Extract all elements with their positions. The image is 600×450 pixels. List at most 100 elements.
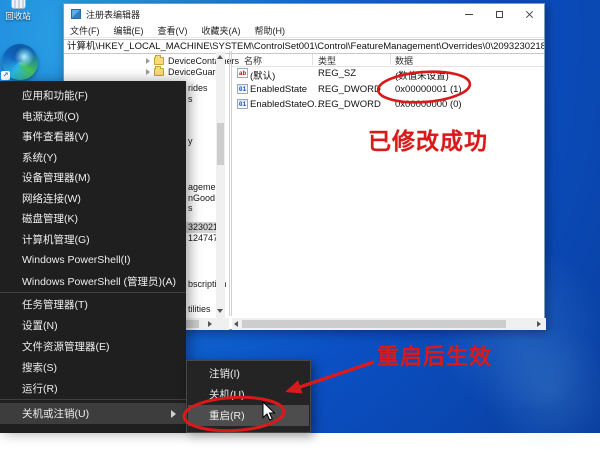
tree-item-label: DeviceGuard <box>168 67 221 77</box>
tree-scrollbar-thumb[interactable] <box>217 123 224 165</box>
title-bar[interactable]: 注册表编辑器 <box>64 4 544 24</box>
menu-separator <box>0 292 186 293</box>
desktop: 回收站 ↗ 注册表编辑器 文件(F) 编辑(E) 查看(V) 收藏夹(A) 帮助… <box>0 0 600 433</box>
scroll-right-icon[interactable] <box>208 321 212 327</box>
menu-item-network-connections[interactable]: 网络连接(W) <box>0 188 186 209</box>
annotation-restart-effect: 重启后生效 <box>377 339 492 371</box>
tree-item-deviceguard[interactable]: DeviceGuard <box>146 66 221 77</box>
dword-value-icon: 01 <box>237 84 248 94</box>
menu-item-label: Windows PowerShell (管理员)(A) <box>22 274 176 289</box>
recycle-bin-shortcut[interactable]: 回收站 <box>2 0 34 22</box>
close-icon <box>525 10 534 19</box>
tree-fragment[interactable]: s <box>188 94 193 105</box>
menu-separator <box>0 399 186 400</box>
close-button[interactable] <box>514 4 544 24</box>
folder-icon <box>154 57 164 65</box>
menu-file[interactable]: 文件(F) <box>70 24 100 37</box>
annotation-modified-success: 已修改成功 <box>368 122 488 156</box>
menu-item-shutdown-or-signout[interactable]: 关机或注销(U) <box>0 403 186 424</box>
table-row-enabledstate[interactable]: 01 EnabledState REG_DWORD 0x00000001 (1) <box>232 82 546 97</box>
scroll-up-icon[interactable] <box>217 55 223 59</box>
tree-scrollbar[interactable] <box>216 52 225 318</box>
recycle-bin-label: 回收站 <box>2 10 34 22</box>
menu-item-label: 事件查看器(V) <box>22 129 89 144</box>
menu-item-label: 计算机管理(G) <box>22 232 90 247</box>
minimize-button[interactable] <box>454 4 484 24</box>
submenu-item-label: 重启(R) <box>209 408 245 423</box>
value-type: REG_DWORD <box>318 99 381 110</box>
minimize-icon <box>465 14 473 15</box>
menu-edit[interactable]: 编辑(E) <box>114 24 144 37</box>
menu-item-apps-and-features[interactable]: 应用和功能(F) <box>0 85 186 106</box>
table-row-default[interactable]: ab (默认) REG_SZ (数值未设置) <box>232 66 546 81</box>
chevron-right-icon <box>146 58 150 64</box>
menu-item-label: 应用和功能(F) <box>22 88 88 103</box>
menu-item-file-explorer[interactable]: 文件资源管理器(E) <box>0 336 186 357</box>
value-data: 0x00000000 (0) <box>395 99 462 110</box>
menu-item-event-viewer[interactable]: 事件查看器(V) <box>0 126 186 147</box>
menu-item-label: 磁盘管理(K) <box>22 211 78 226</box>
folder-icon <box>154 68 164 76</box>
chevron-right-icon <box>146 69 150 75</box>
scrollbar-corner <box>216 318 229 330</box>
menu-item-device-manager[interactable]: 设备管理器(M) <box>0 167 186 188</box>
menu-item-settings[interactable]: 设置(N) <box>0 315 186 336</box>
tree-fragment[interactable]: rides <box>188 83 208 94</box>
submenu-item-shut-down[interactable]: 关机(U) <box>188 384 309 405</box>
value-name: (默认) <box>250 68 275 82</box>
menu-item-system[interactable]: 系统(Y) <box>0 147 186 168</box>
menu-item-powershell[interactable]: Windows PowerShell(I) <box>0 250 186 271</box>
menu-item-label: 设置(N) <box>22 318 58 333</box>
menu-help[interactable]: 帮助(H) <box>255 24 286 37</box>
menu-item-powershell-admin[interactable]: Windows PowerShell (管理员)(A) <box>0 271 186 292</box>
table-row-enabledstateoptions[interactable]: 01 EnabledStateO... REG_DWORD 0x00000000… <box>232 97 546 112</box>
tree-fragment[interactable]: 124747 <box>188 233 218 244</box>
scroll-left-icon[interactable] <box>234 321 238 327</box>
menu-item-disk-management[interactable]: 磁盘管理(K) <box>0 208 186 229</box>
menu-item-search[interactable]: 搜索(S) <box>0 357 186 378</box>
submenu-chevron-icon <box>171 410 176 418</box>
menu-item-label: 运行(R) <box>22 381 58 396</box>
scroll-down-icon[interactable] <box>217 309 223 313</box>
list-header: 名称 类型 数据 <box>232 52 544 67</box>
menu-item-label: 电源选项(O) <box>22 109 79 124</box>
menu-item-run[interactable]: 运行(R) <box>0 378 186 399</box>
menu-item-computer-management[interactable]: 计算机管理(G) <box>0 229 186 250</box>
desktop-watermark <box>480 330 600 450</box>
menu-item-label: 任务管理器(T) <box>22 297 88 312</box>
tree-fragment[interactable]: s <box>188 203 193 214</box>
submenu-item-restart[interactable]: 重启(R) <box>188 405 309 426</box>
scroll-right-icon[interactable] <box>537 321 541 327</box>
shutdown-submenu: 注销(I) 关机(U) 重启(R) <box>186 360 311 433</box>
string-value-icon: ab <box>237 68 248 78</box>
menu-view[interactable]: 查看(V) <box>158 24 188 37</box>
registry-icon <box>71 9 81 19</box>
value-type: REG_DWORD <box>318 84 381 95</box>
list-hscrollbar-thumb[interactable] <box>242 320 506 328</box>
menu-item-label: 系统(Y) <box>22 150 57 165</box>
tree-fragment[interactable]: y <box>188 136 193 147</box>
shortcut-arrow-icon: ↗ <box>1 71 10 80</box>
menu-item-power-options[interactable]: 电源选项(O) <box>0 106 186 127</box>
window-title: 注册表编辑器 <box>86 8 140 21</box>
menu-item-label: 文件资源管理器(E) <box>22 339 110 354</box>
submenu-item-sign-out[interactable]: 注销(I) <box>188 363 309 384</box>
tree-item-devicecontainers[interactable]: DeviceContainers <box>146 55 239 66</box>
tree-fragment[interactable]: tilities <box>188 304 211 315</box>
value-data: 0x00000001 (1) <box>395 84 462 95</box>
menu-favorites[interactable]: 收藏夹(A) <box>202 24 241 37</box>
menu-item-label: 搜索(S) <box>22 360 57 375</box>
submenu-item-label: 注销(I) <box>209 366 240 381</box>
recycle-bin-icon <box>11 0 26 9</box>
value-type: REG_SZ <box>318 68 356 79</box>
dword-value-icon: 01 <box>237 99 248 109</box>
maximize-button[interactable] <box>484 4 514 24</box>
menu-item-label: 设备管理器(M) <box>22 170 90 185</box>
menu-item-task-manager[interactable]: 任务管理器(T) <box>0 294 186 315</box>
maximize-icon <box>496 11 503 18</box>
submenu-item-label: 关机(U) <box>209 387 245 402</box>
value-name: EnabledState <box>250 84 307 95</box>
value-data: (数值未设置) <box>395 68 449 82</box>
menu-item-label: 网络连接(W) <box>22 191 81 206</box>
menu-bar: 文件(F) 编辑(E) 查看(V) 收藏夹(A) 帮助(H) <box>64 24 544 38</box>
